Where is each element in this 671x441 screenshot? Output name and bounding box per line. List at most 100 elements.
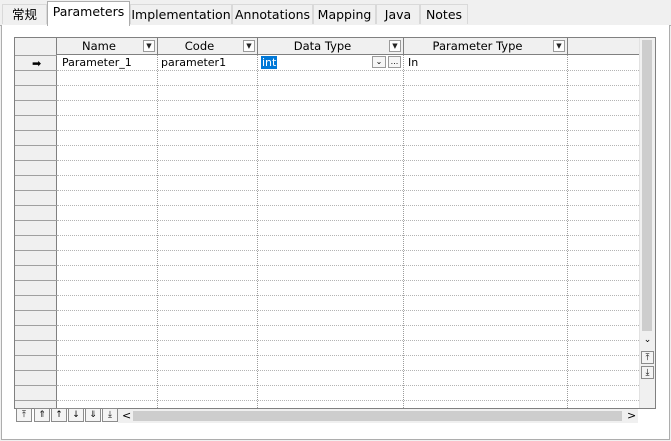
scrollbar-thumb[interactable]	[133, 411, 622, 421]
tab-label: Implementation	[131, 7, 231, 22]
row-divider	[57, 340, 639, 341]
row-header-divider	[15, 310, 57, 311]
row-divider	[57, 100, 639, 101]
row-header-divider	[15, 190, 57, 191]
row-divider	[57, 145, 639, 146]
column-header-label: Data Type	[293, 39, 352, 53]
row-divider	[57, 325, 639, 326]
tab-implementation[interactable]: Implementation	[130, 4, 232, 24]
tab-label: Annotations	[234, 7, 311, 22]
cell-code[interactable]: parameter1	[161, 56, 253, 70]
row-header-divider	[15, 250, 57, 251]
tab-label: Mapping	[317, 7, 372, 22]
row-header-divider	[15, 400, 57, 401]
row-header-divider	[15, 85, 57, 86]
row-divider	[57, 70, 639, 71]
page-up-nav-icon[interactable]: ⇑	[34, 408, 50, 422]
chevron-down-icon[interactable]: ▼	[143, 40, 155, 52]
tab-java[interactable]: Java	[376, 4, 420, 24]
row-divider	[57, 280, 639, 281]
row-divider	[57, 310, 639, 311]
row-divider	[57, 85, 639, 86]
data-type-dropdown-button[interactable]: ⌄	[372, 56, 386, 68]
row-divider	[57, 235, 639, 236]
row-header-divider	[15, 220, 57, 221]
row-header-divider	[15, 175, 57, 176]
tab-mapping[interactable]: Mapping	[313, 4, 376, 24]
move-down-icon[interactable]: ↓	[68, 408, 84, 422]
row-divider	[57, 250, 639, 251]
vertical-scrollbar[interactable]: ⌄ ⤒ ⤓	[639, 38, 655, 408]
move-to-top-icon[interactable]: ⤒	[16, 408, 32, 422]
cell-data-type[interactable]: int	[261, 56, 371, 70]
row-header-divider	[15, 265, 57, 266]
cell-parameter-type[interactable]: In	[408, 56, 558, 70]
row-divider	[57, 265, 639, 266]
tab-annotations[interactable]: Annotations	[232, 4, 313, 24]
scroll-down-icon[interactable]: ⌄	[641, 334, 654, 347]
row-divider	[57, 355, 639, 356]
row-header-divider	[15, 145, 57, 146]
column-header-label: Parameter Type	[432, 39, 523, 53]
row-header-divider	[15, 130, 57, 131]
row-header-divider	[15, 370, 57, 371]
data-type-value[interactable]: int	[261, 56, 278, 69]
tab-notes[interactable]: Notes	[420, 4, 468, 24]
tab-label: Java	[384, 7, 412, 22]
column-header-empty	[568, 38, 639, 55]
tab-label: Parameters	[52, 4, 125, 19]
row-divider	[57, 175, 639, 176]
page-up-icon[interactable]: ⤒	[641, 351, 654, 364]
tab-parameters[interactable]: Parameters	[47, 1, 130, 26]
tab-general[interactable]: 常规	[2, 4, 47, 24]
page-down-nav-icon[interactable]: ⇓	[85, 408, 101, 422]
column-header-label: Code	[184, 39, 215, 53]
row-divider	[57, 130, 639, 131]
row-divider	[57, 160, 639, 161]
column-header-code[interactable]: Code ▼	[158, 38, 258, 55]
row-header-divider	[15, 295, 57, 296]
scroll-right-icon[interactable]: >	[627, 409, 636, 423]
row-divider	[57, 370, 639, 371]
row-divider	[57, 205, 639, 206]
row-header-divider	[15, 355, 57, 356]
chevron-down-icon[interactable]: ▼	[553, 40, 565, 52]
row-header-divider	[15, 55, 57, 56]
row-header-divider	[15, 205, 57, 206]
page-down-icon[interactable]: ⤓	[641, 366, 654, 379]
tab-bar: 常规 Parameters Implementation Annotations…	[0, 0, 671, 26]
row-header-divider	[15, 160, 57, 161]
column-header-parameter-type[interactable]: Parameter Type ▼	[404, 38, 568, 55]
row-header-divider	[15, 280, 57, 281]
data-type-ellipsis-button[interactable]: ...	[388, 56, 401, 68]
column-header-data-type[interactable]: Data Type ▼	[258, 38, 404, 55]
row-divider	[57, 295, 639, 296]
scrollbar-thumb[interactable]	[642, 40, 652, 331]
row-header-divider	[15, 100, 57, 101]
move-to-bottom-icon[interactable]: ⤓	[102, 408, 118, 422]
scroll-left-icon[interactable]: <	[122, 409, 131, 423]
move-up-icon[interactable]: ↑	[51, 408, 67, 422]
row-divider	[57, 190, 639, 191]
cell-name[interactable]: Parameter_1	[62, 56, 154, 70]
current-row-arrow-icon: ➡	[32, 57, 42, 70]
tab-label: Notes	[425, 7, 463, 22]
row-header-divider	[15, 115, 57, 116]
column-header-name[interactable]: Name ▼	[57, 38, 158, 55]
row-divider	[57, 220, 639, 221]
horizontal-scrollbar[interactable]: < >	[118, 409, 638, 423]
row-header-divider	[15, 340, 57, 341]
row-divider	[57, 400, 639, 401]
row-header-divider	[15, 385, 57, 386]
row-header-divider	[15, 70, 57, 71]
column-header-label: Name	[82, 39, 116, 53]
row-header-divider	[15, 325, 57, 326]
tab-label: 常规	[11, 7, 37, 22]
row-header-column: ➡	[15, 38, 57, 408]
row-header-divider	[15, 235, 57, 236]
chevron-down-icon[interactable]: ▼	[389, 40, 401, 52]
row-divider	[57, 115, 639, 116]
row-divider	[57, 385, 639, 386]
chevron-down-icon[interactable]: ▼	[243, 40, 255, 52]
parameters-grid: ➡ Name ▼ Code ▼ Data Type ▼ Parameter Ty…	[14, 37, 656, 409]
